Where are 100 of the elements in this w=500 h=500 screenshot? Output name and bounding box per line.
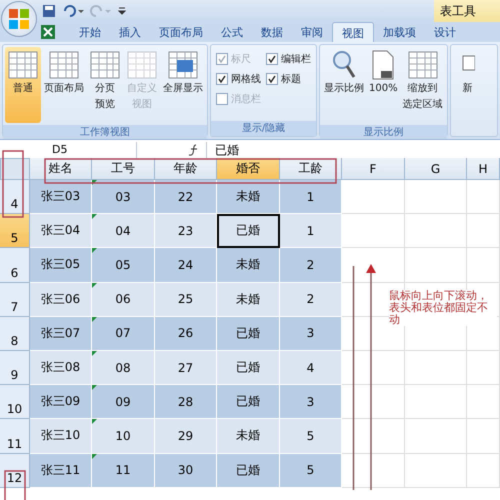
table-cell: 张三11 bbox=[30, 454, 92, 488]
ribbon-button[interactable]: 缩放到 选定区域 bbox=[400, 47, 445, 123]
table-cell: 3 bbox=[280, 316, 342, 351]
table-cell: 08 bbox=[92, 350, 155, 386]
table-cell: 28 bbox=[155, 385, 217, 420]
table-cell: 22 bbox=[155, 180, 217, 214]
ribbon-button[interactable]: 全屏显示 bbox=[161, 47, 205, 123]
table-cell: 4 bbox=[280, 350, 342, 386]
ribbon-tab[interactable]: 页面布局 bbox=[150, 22, 212, 42]
column-header[interactable]: H bbox=[467, 158, 500, 180]
function-icon[interactable] bbox=[188, 144, 200, 156]
table-cell: 未婚 bbox=[217, 180, 280, 214]
table-cell bbox=[467, 350, 500, 386]
table-cell bbox=[467, 385, 500, 420]
table-cell: 30 bbox=[155, 454, 217, 488]
table-cell: 26 bbox=[155, 316, 217, 351]
table-cell: 已婚 bbox=[217, 316, 280, 351]
table-cell bbox=[405, 350, 467, 386]
table-cell bbox=[467, 214, 500, 248]
table-cell: 24 bbox=[155, 248, 217, 283]
table-cell: 已婚 bbox=[217, 214, 280, 248]
ribbon-button[interactable]: 100% bbox=[367, 47, 400, 123]
table-cell bbox=[467, 419, 500, 454]
ribbon-tab[interactable]: 数据 bbox=[252, 22, 292, 42]
table-cell: 29 bbox=[155, 419, 217, 454]
ribbon-tab[interactable]: 视图 bbox=[332, 22, 374, 42]
checkbox[interactable] bbox=[266, 73, 278, 85]
column-header[interactable]: 婚否 bbox=[217, 158, 280, 180]
table-cell bbox=[342, 248, 405, 283]
row-header[interactable]: 8 bbox=[0, 316, 30, 351]
magnifier-icon bbox=[331, 50, 357, 80]
ribbon-checkbox[interactable]: 标题 bbox=[266, 69, 311, 89]
sheet-icon bbox=[167, 50, 199, 80]
table-cell: 1 bbox=[280, 180, 342, 214]
sheet-icon bbox=[406, 50, 439, 80]
table-cell: 09 bbox=[92, 385, 155, 420]
table-cell: 张三07 bbox=[30, 316, 92, 351]
table-cell: 已婚 bbox=[217, 350, 280, 386]
table-cell: 张三03 bbox=[30, 180, 92, 214]
table-cell bbox=[467, 180, 500, 214]
ribbon-button[interactable]: 分页 预览 bbox=[87, 47, 123, 123]
row-header[interactable]: 12 bbox=[0, 454, 30, 488]
ribbon-tab[interactable]: 插入 bbox=[110, 22, 150, 42]
page-icon bbox=[370, 50, 396, 80]
ribbon-tab[interactable]: 加载项 bbox=[374, 22, 425, 42]
table-cell: 27 bbox=[155, 350, 217, 386]
column-header[interactable]: F bbox=[342, 158, 405, 180]
ribbon-tab[interactable]: 设计 bbox=[425, 22, 465, 42]
table-cell: 已婚 bbox=[217, 454, 280, 488]
row-header[interactable]: 4 bbox=[0, 180, 30, 214]
table-cell: 已婚 bbox=[217, 385, 280, 420]
row-header[interactable]: 11 bbox=[0, 419, 30, 454]
ribbon-button[interactable]: 页面布局 bbox=[42, 47, 86, 123]
table-cell bbox=[342, 419, 405, 454]
table-cell bbox=[405, 180, 467, 214]
formula-field[interactable]: 已婚 bbox=[215, 142, 239, 156]
column-header[interactable]: 姓名 bbox=[30, 158, 92, 180]
customize-icon[interactable] bbox=[118, 6, 126, 16]
ribbon-button[interactable]: 新 bbox=[452, 47, 483, 123]
table-cell: 未婚 bbox=[217, 248, 280, 283]
ribbon-button[interactable]: 普通 bbox=[5, 47, 41, 123]
table-cell bbox=[342, 385, 405, 420]
table-cell: 05 bbox=[92, 248, 155, 283]
ribbon-tab[interactable]: 审阅 bbox=[292, 22, 332, 42]
group-title: 显示/隐藏 bbox=[211, 121, 316, 136]
table-cell: 未婚 bbox=[217, 419, 280, 454]
row-header[interactable]: 7 bbox=[0, 282, 30, 317]
table-cell bbox=[405, 248, 467, 283]
row-header[interactable]: 5 bbox=[0, 214, 30, 248]
table-cell: 3 bbox=[280, 385, 342, 420]
save-icon[interactable] bbox=[42, 4, 56, 18]
table-cell bbox=[342, 454, 405, 488]
row-header[interactable]: 9 bbox=[0, 350, 30, 386]
ribbon-tab[interactable]: 开始 bbox=[70, 22, 110, 42]
ribbon-tab[interactable]: 公式 bbox=[212, 22, 252, 42]
row-header[interactable]: 6 bbox=[0, 248, 30, 283]
table-cell: 5 bbox=[280, 419, 342, 454]
ribbon-button[interactable]: 显示比例 bbox=[322, 47, 366, 123]
context-tab[interactable]: 表工具 bbox=[434, 0, 500, 22]
office-logo-icon bbox=[8, 8, 30, 30]
table-cell bbox=[405, 214, 467, 248]
column-header[interactable]: 工号 bbox=[92, 158, 155, 180]
column-header[interactable]: G bbox=[405, 158, 467, 180]
sheet-icon bbox=[89, 50, 121, 80]
undo-icon[interactable] bbox=[62, 4, 84, 18]
table-cell: 04 bbox=[92, 214, 155, 248]
table-cell: 2 bbox=[280, 282, 342, 317]
table-cell: 张三04 bbox=[30, 214, 92, 248]
row-header[interactable]: 10 bbox=[0, 385, 30, 420]
select-all-corner[interactable] bbox=[0, 158, 30, 180]
sheet-icon bbox=[7, 50, 39, 80]
checkbox[interactable] bbox=[266, 53, 278, 65]
column-header[interactable]: 年龄 bbox=[155, 158, 217, 180]
highlight-frame bbox=[4, 470, 26, 500]
ribbon-checkbox[interactable]: 编辑栏 bbox=[266, 49, 311, 69]
table-cell bbox=[405, 385, 467, 420]
table-cell: 07 bbox=[92, 316, 155, 351]
ribbon-checkbox[interactable]: 网格线 bbox=[216, 69, 261, 89]
column-header[interactable]: 工龄 bbox=[280, 158, 342, 180]
checkbox[interactable] bbox=[216, 73, 228, 85]
